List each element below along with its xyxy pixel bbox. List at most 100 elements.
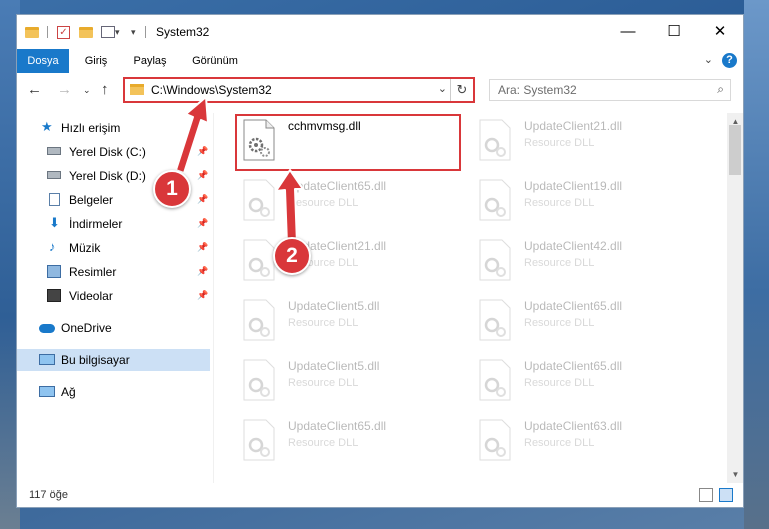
sidebar-item-pictures[interactable]: Resimler 📌	[17, 261, 210, 283]
quick-access-dropdown-icon[interactable]: ▾	[131, 24, 136, 40]
pin-icon[interactable]: 📌	[197, 266, 208, 277]
help-icon[interactable]: ?	[722, 53, 737, 68]
up-arrow-icon[interactable]: ↑	[101, 81, 109, 98]
file-name: UpdateClient65.dll	[288, 419, 387, 433]
file-name: UpdateClient65.dll	[524, 359, 623, 373]
file-item[interactable]: UpdateClient65.dll Resource DLL	[236, 415, 462, 473]
recent-locations-icon[interactable]: ⌄	[83, 85, 91, 96]
drive-icon	[47, 171, 61, 179]
document-icon	[49, 193, 60, 206]
customize-view-icon[interactable]: ▾	[101, 24, 120, 40]
sidebar-item-label: Bu bilgisayar	[61, 353, 130, 367]
tab-home[interactable]: Giriş	[75, 49, 117, 73]
file-name: UpdateClient21.dll	[524, 119, 623, 133]
dll-file-icon	[243, 179, 275, 221]
cloud-icon	[39, 324, 55, 333]
file-name: UpdateClient5.dll	[288, 359, 380, 373]
file-type: Resource DLL	[288, 197, 359, 209]
search-box[interactable]: ⌕	[489, 79, 731, 101]
file-name: UpdateClient5.dll	[288, 299, 380, 313]
forward-arrow-icon[interactable]: →	[57, 81, 72, 98]
file-item[interactable]: UpdateClient19.dll Resource DLL	[472, 175, 698, 233]
file-item[interactable]: UpdateClient21.dll Resource DLL	[236, 235, 462, 293]
sidebar-item-videos[interactable]: Videolar 📌	[17, 285, 210, 307]
maximize-button[interactable]: ☐	[651, 15, 697, 49]
pin-icon[interactable]: 📌	[197, 194, 208, 205]
file-item[interactable]: UpdateClient5.dll Resource DLL	[236, 355, 462, 413]
refresh-icon[interactable]: ↻	[450, 79, 473, 101]
file-item[interactable]: UpdateClient65.dll Resource DLL	[236, 175, 462, 233]
dll-file-icon	[479, 119, 511, 161]
navigation-pane: ★ Hızlı erişim Yerel Disk (C:) 📌 Yerel D…	[17, 113, 213, 483]
properties-check-icon[interactable]: ✓	[57, 24, 70, 40]
file-item[interactable]: UpdateClient42.dll Resource DLL	[472, 235, 698, 293]
pin-icon[interactable]: 📌	[197, 242, 208, 253]
file-item[interactable]: UpdateClient63.dll Resource DLL	[472, 415, 698, 473]
tab-share[interactable]: Paylaş	[125, 49, 175, 73]
folder-icon	[130, 84, 144, 95]
file-type: Resource DLL	[288, 317, 359, 329]
sidebar-item-music[interactable]: ♪ Müzik 📌	[17, 237, 210, 259]
dll-file-icon	[479, 419, 511, 461]
back-arrow-icon[interactable]: ←	[27, 81, 42, 98]
address-dropdown-icon[interactable]: ⌄	[438, 82, 447, 95]
file-type: Resource DLL	[288, 437, 359, 449]
pin-icon[interactable]: 📌	[197, 290, 208, 301]
computer-icon	[39, 354, 55, 365]
file-name: UpdateClient65.dll	[524, 299, 623, 313]
callout-badge-1: 1	[153, 170, 191, 208]
file-type: Resource DLL	[288, 377, 359, 389]
address-path[interactable]: C:\Windows\System32	[151, 83, 272, 97]
sidebar-item-label: Müzik	[69, 241, 101, 255]
details-view-icon[interactable]	[699, 488, 713, 502]
download-icon: ⬇	[49, 215, 60, 230]
network-icon	[39, 386, 55, 397]
sidebar-item-this-pc[interactable]: Bu bilgisayar	[17, 349, 210, 371]
file-name: UpdateClient65.dll	[288, 179, 387, 193]
desktop-background-right	[744, 0, 769, 529]
video-icon	[47, 289, 61, 302]
file-item[interactable]: UpdateClient65.dll Resource DLL	[472, 295, 698, 353]
sidebar-item-label: Resimler	[69, 265, 117, 279]
sidebar-item-onedrive[interactable]: OneDrive	[17, 317, 210, 339]
scroll-down-icon[interactable]: ▼	[727, 466, 743, 483]
file-name: UpdateClient42.dll	[524, 239, 623, 253]
sidebar-item-network[interactable]: Ağ	[17, 381, 210, 403]
search-icon[interactable]: ⌕	[717, 82, 724, 97]
sidebar-item-label: Ağ	[61, 385, 76, 399]
sidebar-item-label: Yerel Disk (C:)	[69, 145, 146, 159]
search-input[interactable]	[490, 80, 716, 100]
large-icons-view-icon[interactable]	[719, 488, 733, 502]
file-item[interactable]: UpdateClient65.dll Resource DLL	[472, 355, 698, 413]
pin-icon[interactable]: 📌	[197, 146, 208, 157]
expand-ribbon-icon[interactable]: ⌄	[704, 53, 713, 66]
sidebar-item-local-disk-c[interactable]: Yerel Disk (C:) 📌	[17, 141, 210, 163]
address-bar[interactable]: C:\Windows\System32 ⌄ ↻	[123, 77, 475, 103]
tab-file[interactable]: Dosya	[17, 49, 69, 73]
tab-view[interactable]: Görünüm	[185, 49, 245, 73]
file-type: Resource DLL	[524, 377, 595, 389]
pin-icon[interactable]: 📌	[197, 170, 208, 181]
pin-icon[interactable]: 📌	[197, 218, 208, 229]
minimize-button[interactable]: —	[605, 15, 651, 49]
item-count: 117 öğe	[29, 489, 68, 501]
file-item[interactable]: UpdateClient5.dll Resource DLL	[236, 295, 462, 353]
sidebar-item-quick-access[interactable]: ★ Hızlı erişim	[17, 117, 210, 139]
explorer-window: ✓ ▾ ▾ System32 — ☐ ✕ Dosya Giriş Paylaş …	[16, 14, 744, 508]
sidebar-item-downloads[interactable]: ⬇ İndirmeler 📌	[17, 213, 210, 235]
sidebar-item-label: İndirmeler	[69, 217, 123, 231]
vertical-scrollbar[interactable]: ▲ ▼	[727, 113, 743, 483]
sidebar-item-label: Belgeler	[69, 193, 114, 207]
scrollbar-thumb[interactable]	[729, 125, 741, 175]
navigation-bar: ← → ⌄ ↑ C:\Windows\System32 ⌄ ↻ ⌕	[17, 73, 743, 107]
title-bar: ✓ ▾ ▾ System32 — ☐ ✕	[17, 15, 743, 49]
file-type: Resource DLL	[524, 197, 595, 209]
sidebar-item-label: OneDrive	[61, 321, 112, 335]
close-button[interactable]: ✕	[697, 15, 743, 49]
file-item[interactable]: UpdateClient21.dll Resource DLL	[472, 115, 698, 173]
sidebar-item-label: Hızlı erişim	[61, 121, 121, 135]
dll-file-icon	[243, 299, 275, 341]
star-icon: ★	[41, 119, 53, 134]
new-folder-icon[interactable]	[79, 24, 93, 40]
separator	[145, 24, 146, 40]
